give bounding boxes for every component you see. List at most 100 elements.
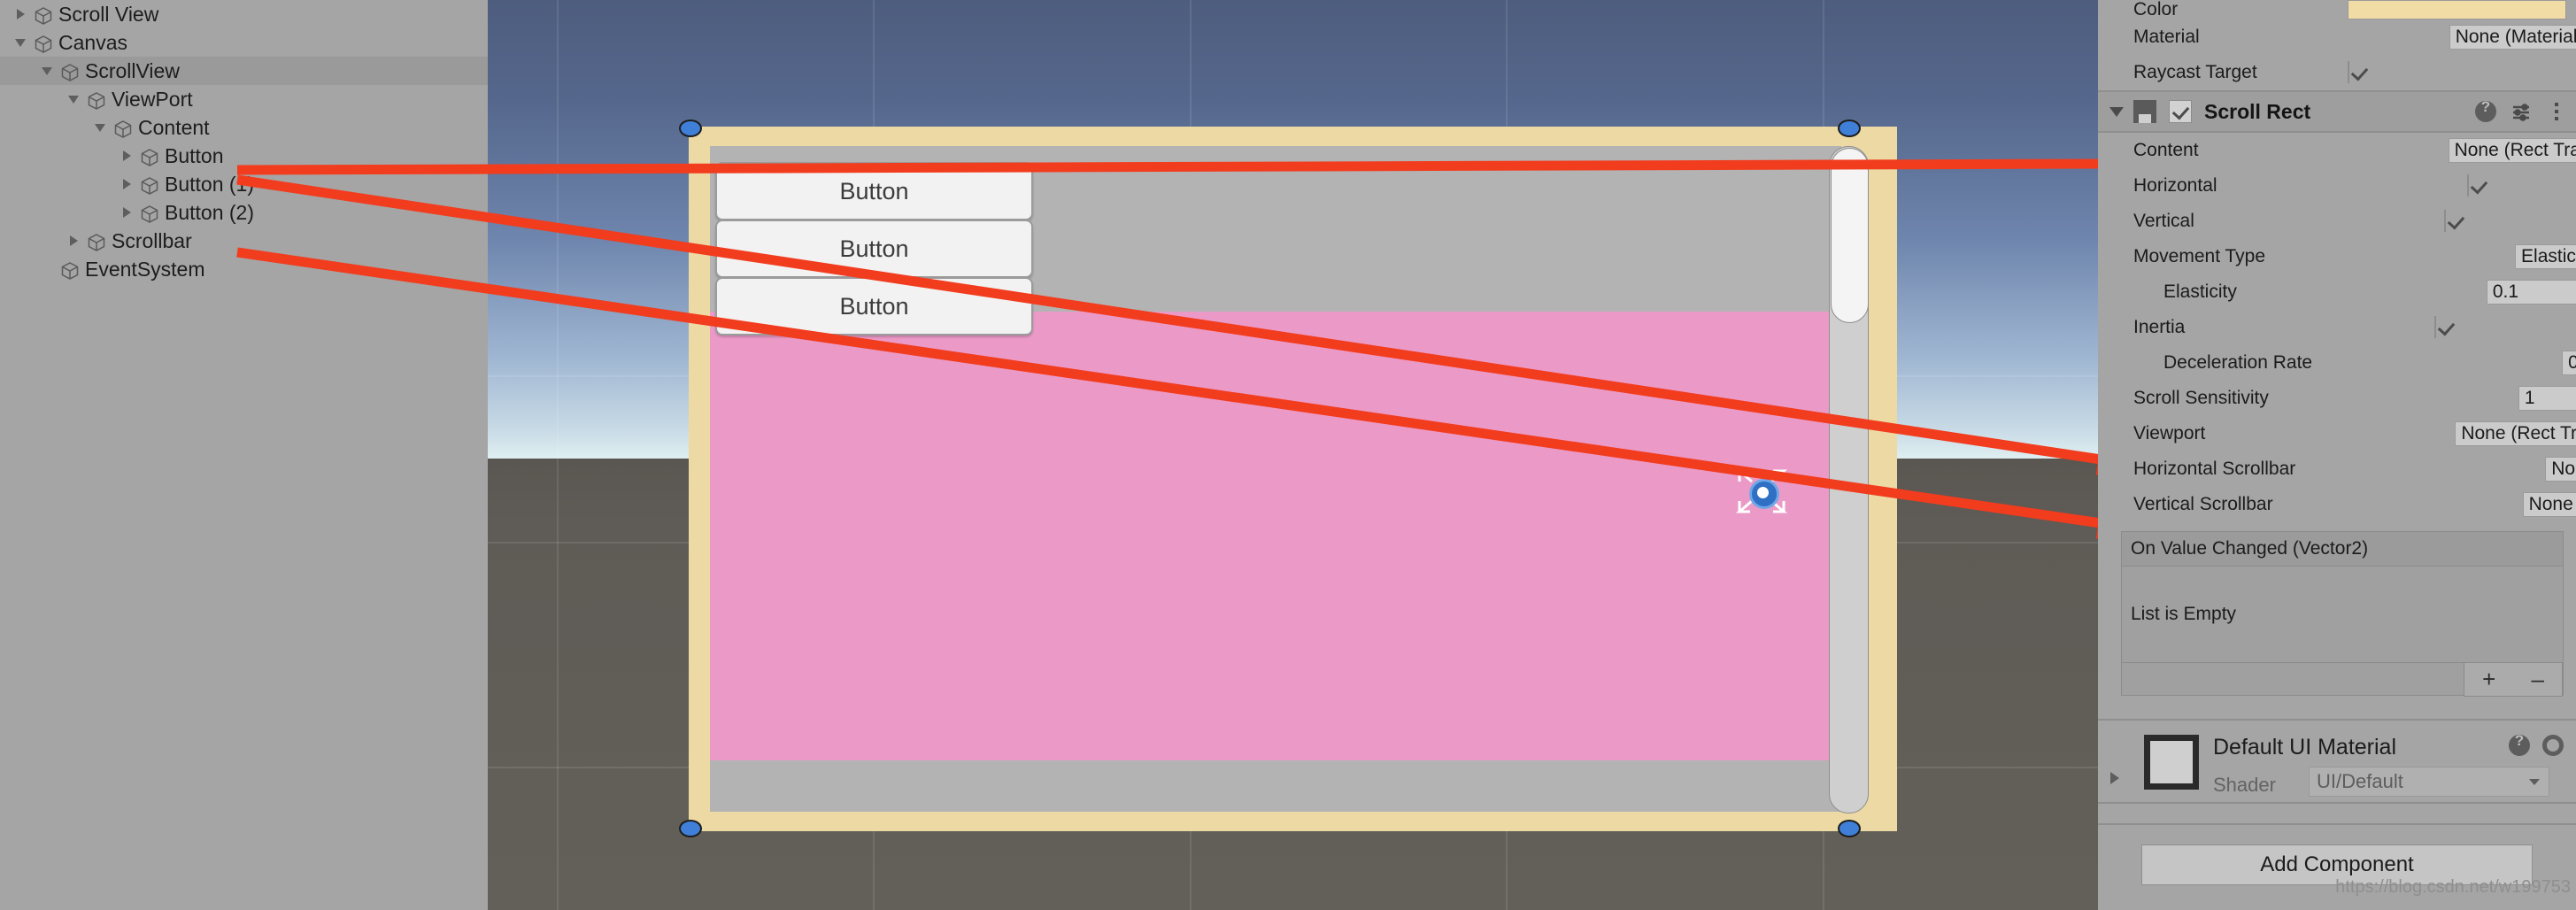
scrollbar-handle[interactable] [1831,148,1869,323]
scroll-rect-objectfield-content[interactable]: None (Rect Trans [2448,138,2576,163]
hierarchy-item-button[interactable]: Button [0,142,488,170]
hierarchy-item-button-2[interactable]: Button (2) [0,198,488,227]
help-icon[interactable] [2509,732,2530,756]
image-color-row[interactable]: Color [2098,0,2576,19]
chevron-down-icon[interactable] [11,28,30,57]
scroll-rect-dropdown-value-movement-type: Elastic [2515,244,2576,269]
scroll-rect-label-elasticity: Elasticity [2163,281,2237,302]
scroll-rect-row-horizontal[interactable]: Horizontal [2098,168,2576,204]
rect-handle-bottom-right[interactable] [1838,820,1861,837]
scroll-rect-row-horizontal-scrollbar[interactable]: Horizontal Scrollbar None (Scrollbar) [2098,451,2576,487]
image-material-label: Material [2133,27,2200,47]
hierarchy-panel: Scroll View Canvas ScrollView ViewPort Conte… [0,0,488,910]
event-remove-button[interactable]: – [2531,666,2543,693]
hierarchy-item-scroll-view[interactable]: Scroll View [0,0,488,28]
scroll-rect-row-deceleration-rate[interactable]: Deceleration Rate 0.135 [2098,345,2576,381]
scroll-rect-objectfield-viewport[interactable]: None (Rect Trans [2455,421,2576,446]
scene-button-2[interactable]: Button [715,277,1033,335]
chevron-down-icon[interactable] [64,85,83,113]
scene-view[interactable]: Button Button Button [488,0,2098,910]
hierarchy-item-canvas[interactable]: Canvas [0,28,488,57]
gameobject-cube-icon [34,33,53,53]
more-options-icon[interactable] [2546,101,2567,122]
scroll-rect-textfield-elasticity[interactable]: 0.1 [2486,280,2576,305]
scroll-rect-textfield-value-deceleration-rate: 0.135 [2562,351,2576,375]
anchor-gizmo[interactable] [1731,460,1793,522]
chevron-right-icon[interactable] [117,170,136,198]
scroll-rect-row-scroll-sensitivity[interactable]: Scroll Sensitivity 1 [2098,381,2576,416]
scroll-rect-header[interactable]: Scroll Rect [2098,92,2576,131]
hierarchy-item-content[interactable]: Content [0,113,488,142]
scroll-rect-row-viewport[interactable]: Viewport None (Rect Trans [2098,416,2576,451]
hierarchy-item-viewport[interactable]: ViewPort [0,85,488,113]
gear-icon[interactable] [2542,735,2564,756]
hierarchy-item-scrollview[interactable]: ScrollView [0,57,488,85]
scroll-view-rect[interactable]: Button Button Button [679,120,1897,837]
help-icon[interactable] [2475,98,2496,122]
scene-button-label: Button [839,292,909,320]
chevron-right-icon[interactable] [117,198,136,227]
rect-handle-top-right[interactable] [1838,120,1861,137]
scroll-rect-objectfield-horizontal-scrollbar[interactable]: None (Scrollbar) [2545,457,2576,482]
hierarchy-item-scrollbar[interactable]: Scrollbar [0,227,488,255]
scroll-rect-textfield-deceleration-rate[interactable]: 0.135 [2562,351,2576,375]
scroll-rect-textfield-scroll-sensitivity[interactable]: 1 [2518,386,2576,411]
rect-handle-bottom-left[interactable] [679,820,702,837]
divider [2098,802,2576,804]
preset-icon[interactable] [2510,101,2532,122]
event-add-button[interactable]: + [2482,666,2495,693]
image-color-swatch[interactable] [2348,0,2566,19]
material-shader-value: UI/Default [2317,770,2403,792]
checkbox-icon [2443,210,2446,232]
hierarchy-item-label: Scroll View [58,3,159,26]
scroll-rect-row-vertical[interactable]: Vertical [2098,204,2576,239]
image-raycast-row[interactable]: Raycast Target [2098,55,2576,90]
inspector-panel: Color Material None (Material) Raycast T… [2098,0,2576,910]
component-header-icons [2475,98,2567,122]
scroll-rect-checkbox-vertical[interactable] [2443,210,2446,232]
hierarchy-item-button-1[interactable]: Button (1) [0,170,488,198]
material-preview-swatch [2144,735,2199,790]
chevron-down-icon[interactable] [90,113,110,142]
chevron-right-icon[interactable] [11,0,30,28]
image-material-field[interactable]: None (Material) [2449,25,2576,50]
scroll-rect-row-content[interactable]: Content None (Rect Trans [2098,133,2576,168]
image-color-label: Color [2133,0,2179,19]
scroll-rect-row-movement-type[interactable]: Movement Type Elastic [2098,239,2576,274]
gameobject-cube-icon [60,259,80,280]
scroll-rect-title: Scroll Rect [2204,99,2311,123]
material-expand-icon[interactable] [2110,772,2119,784]
chevron-down-icon[interactable] [37,57,57,85]
chevron-right-icon[interactable] [64,227,83,255]
scroll-rect-row-inertia[interactable]: Inertia [2098,310,2576,345]
checkbox-icon [2348,61,2349,83]
scroll-rect-label-scroll-sensitivity: Scroll Sensitivity [2133,388,2269,408]
default-ui-material-block[interactable]: Default UI Material Shader UI/Default [2098,721,2576,802]
gameobject-cube-icon [140,146,159,166]
hierarchy-item-eventsystem[interactable]: EventSystem [0,255,488,283]
vertical-scrollbar[interactable] [1829,146,1869,814]
scroll-rect-checkbox-inertia[interactable] [2434,316,2437,338]
scroll-rect-checkbox-horizontal[interactable] [2466,174,2469,197]
rect-handle-top-left[interactable] [679,120,702,137]
scroll-rect-objectfield-vertical-scrollbar[interactable]: None (Scrollbar) [2522,492,2576,517]
chevron-down-icon[interactable] [2107,102,2126,121]
scroll-rect-row-elasticity[interactable]: Elasticity 0.1 [2098,274,2576,310]
content-area [710,312,1841,760]
scroll-rect-row-vertical-scrollbar[interactable]: Vertical Scrollbar None (Scrollbar) [2098,487,2576,522]
scroll-rect-dropdown-movement-type[interactable]: Elastic [2515,244,2576,269]
scene-button-1[interactable]: Button [715,220,1033,278]
chevron-down-icon [2529,779,2540,785]
scroll-rect-label-horizontal: Horizontal [2133,175,2217,196]
chevron-right-icon[interactable] [117,142,136,170]
hierarchy-tree: Scroll View Canvas ScrollView ViewPort Conte… [0,0,488,283]
scroll-rect-enabled-checkbox[interactable] [2169,100,2192,123]
scroll-rect-label-viewport: Viewport [2133,423,2206,443]
image-material-value: None (Material) [2449,25,2576,50]
gameobject-cube-icon [87,231,106,251]
scene-button-0[interactable]: Button [715,162,1033,220]
material-shader-dropdown[interactable]: UI/Default [2309,767,2549,797]
image-raycast-checkbox[interactable] [2348,61,2349,83]
scroll-rect-properties: Content None (Rect Trans Horizontal Vertica… [2098,133,2576,522]
image-material-row[interactable]: Material None (Material) [2098,19,2576,55]
